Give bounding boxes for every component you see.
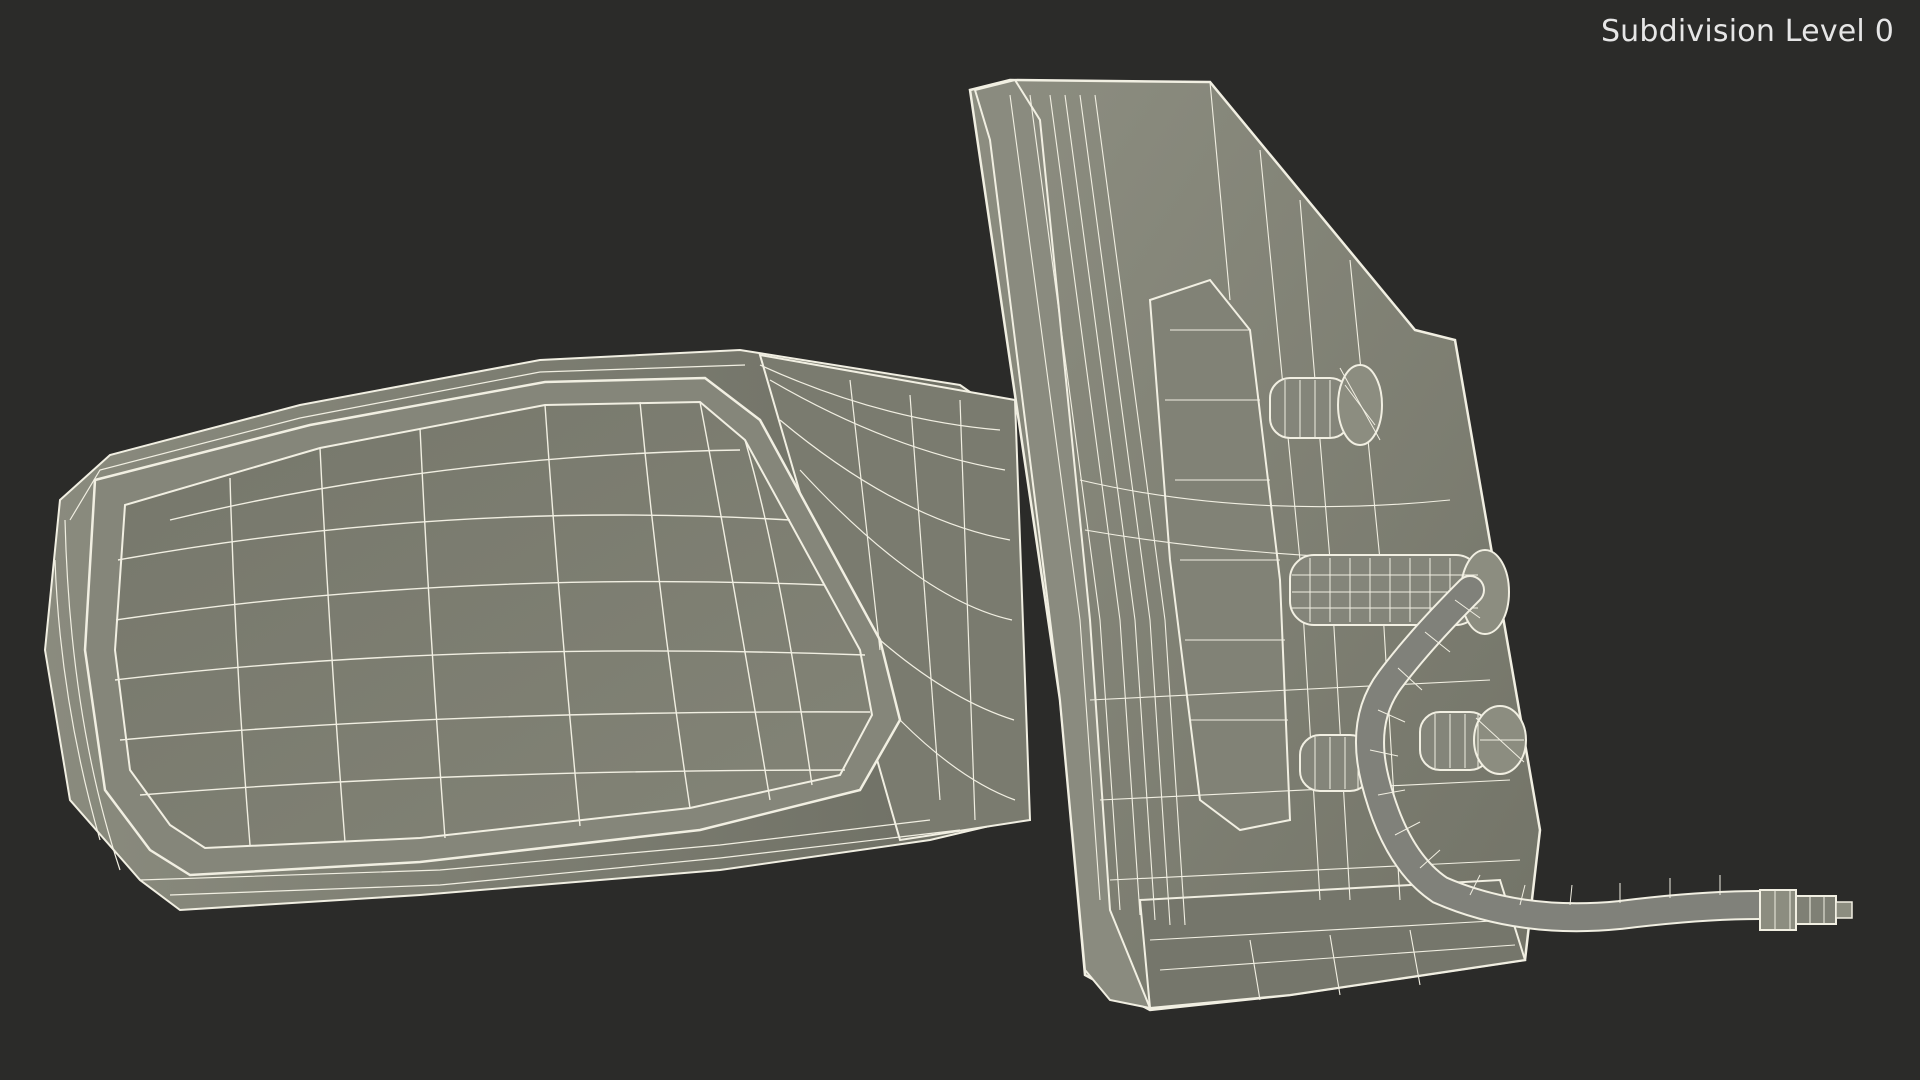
mounting-bracket xyxy=(968,78,1542,1012)
subdivision-level-label: Subdivision Level 0 xyxy=(1600,14,1894,49)
stud-bottom-right xyxy=(1419,705,1527,775)
harness-connector xyxy=(1759,889,1853,931)
mirror-housing xyxy=(43,348,1032,912)
3d-viewport: Subdivision Level 0 xyxy=(0,0,1920,1080)
mirror-wireframe-render xyxy=(43,78,1853,1012)
